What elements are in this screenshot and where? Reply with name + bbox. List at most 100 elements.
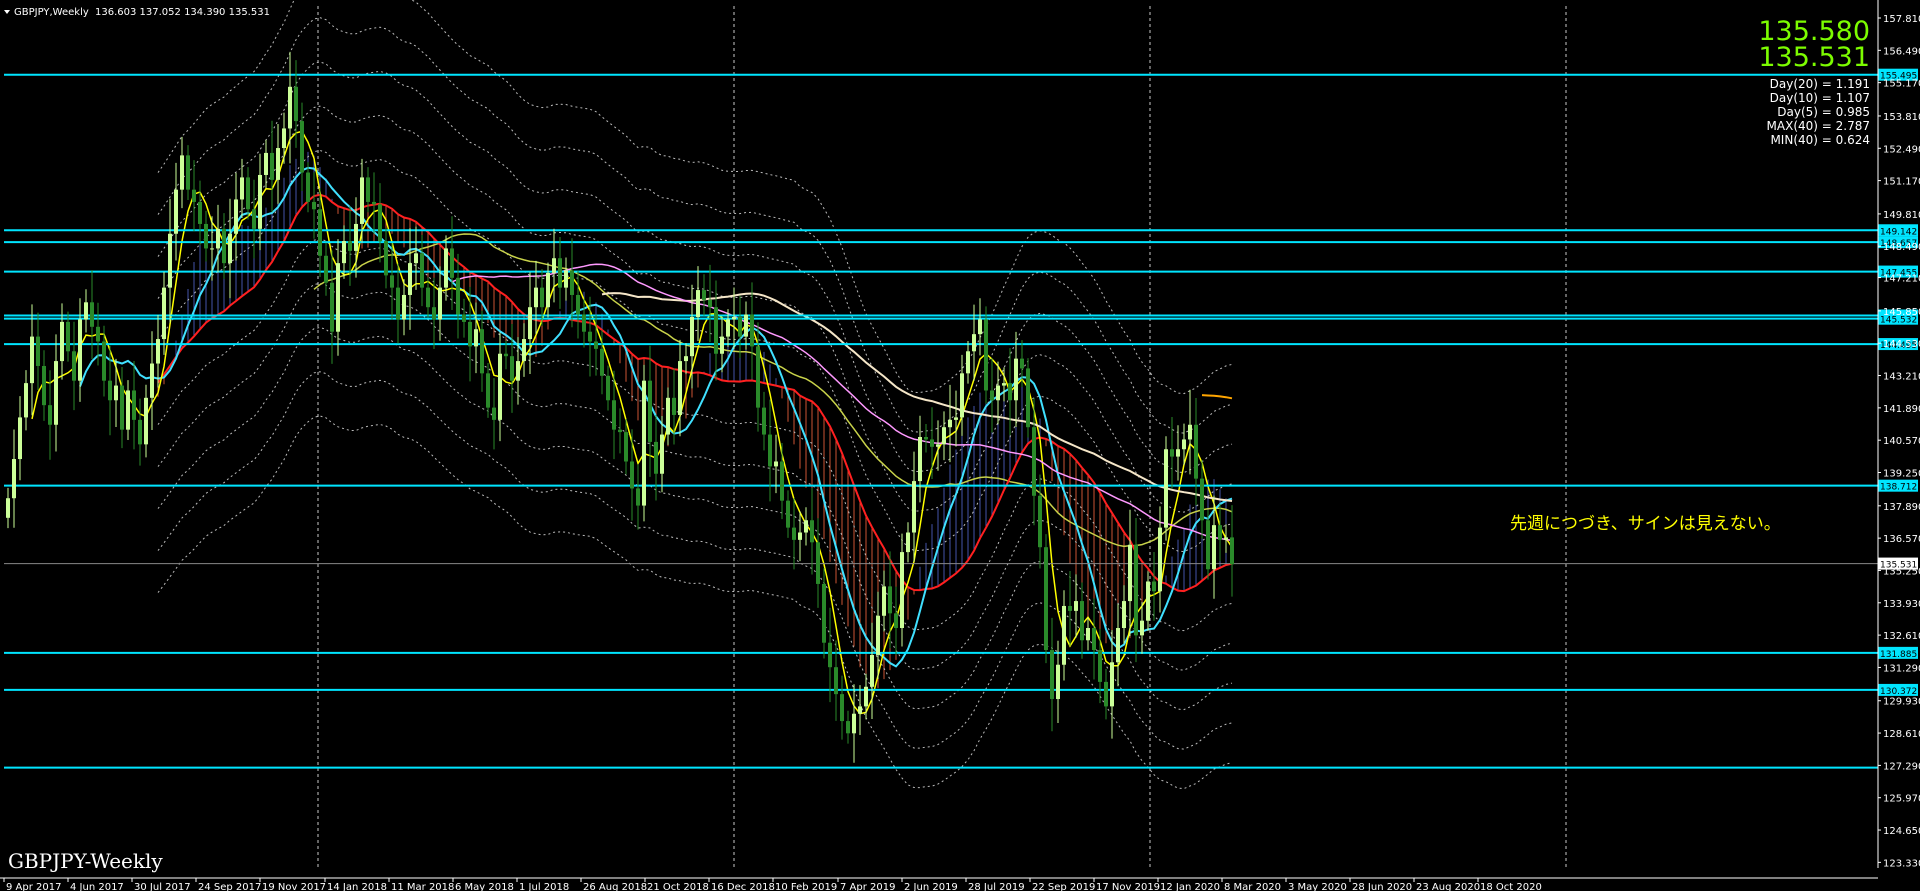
candle-body [924, 437, 928, 440]
candle-body [444, 248, 448, 288]
candle-body [228, 233, 232, 264]
candle-body [204, 223, 208, 249]
price-tick-label: 127.290 [1883, 761, 1920, 772]
candle-body [642, 380, 646, 506]
candle-body [732, 317, 736, 320]
candle-body [144, 397, 148, 445]
candle-body [594, 341, 598, 349]
candle-body [162, 287, 166, 340]
candle-body [690, 317, 694, 357]
candle-body [954, 417, 958, 420]
date-tick-label: 9 Apr 2017 [6, 882, 61, 891]
candle-body [384, 241, 388, 276]
price-tick-label: 153.810 [1883, 112, 1920, 123]
candle-body [486, 373, 490, 408]
candle-body [420, 253, 424, 288]
candle-body [408, 263, 412, 295]
candle-body [1182, 439, 1186, 450]
price-tick-label: 124.650 [1883, 826, 1920, 837]
price-tick-label: 140.570 [1883, 436, 1920, 447]
date-tick-label: 30 Jul 2017 [134, 882, 191, 891]
candle-body [192, 189, 196, 202]
candle-body [24, 383, 28, 418]
candle-body [516, 361, 520, 381]
candle-body [1188, 424, 1192, 440]
candle-body [108, 380, 112, 401]
candle-body [1134, 544, 1138, 636]
chart-area[interactable]: 155.495149.142148.657147.455145.662145.5… [0, 0, 1920, 891]
candle-body [798, 532, 802, 540]
candle-body [780, 461, 784, 501]
candle-body [180, 155, 184, 190]
candle-body [1152, 581, 1156, 592]
candle-body [978, 319, 982, 335]
candle-body [1080, 601, 1084, 641]
candle-body [132, 390, 136, 420]
candle-body [1020, 358, 1024, 369]
candle-body [468, 321, 472, 347]
candle-body [876, 615, 880, 655]
candle-body [648, 380, 652, 442]
candle-body [1128, 544, 1132, 602]
candle-body [738, 317, 742, 337]
candle-body [1122, 601, 1126, 629]
date-tick-label: 19 Nov 2017 [262, 882, 326, 891]
candle-body [1104, 681, 1108, 707]
candle-body [660, 434, 664, 474]
stat-min40: MIN(40) = 0.624 [1770, 133, 1870, 147]
candle-body [534, 287, 538, 308]
candle-body [1098, 650, 1102, 682]
candle-body [312, 201, 316, 210]
candle-body [426, 287, 430, 308]
candle-body [588, 331, 592, 342]
candle-body [306, 172, 310, 202]
price-tick-label: 129.930 [1883, 697, 1920, 708]
candle-body [402, 294, 406, 320]
candle-body [474, 329, 478, 347]
price-chart[interactable]: 155.495149.142148.657147.455145.662145.5… [0, 0, 1920, 891]
date-tick-label: 22 Sep 2019 [1032, 882, 1095, 891]
candle-body [666, 397, 670, 435]
candle-body [678, 361, 682, 415]
candle-body [1212, 525, 1216, 570]
candle-body [240, 177, 244, 200]
candle-body [492, 407, 496, 420]
date-tick-label: 14 Jan 2018 [327, 882, 387, 891]
candle-body [930, 439, 934, 447]
candle-body [822, 583, 826, 643]
candle-body [786, 500, 790, 528]
candle-body [1164, 449, 1168, 528]
candle-body [330, 282, 334, 332]
stat-day5: Day(5) = 0.985 [1777, 105, 1870, 119]
date-tick-label: 23 Aug 2020 [1416, 882, 1480, 891]
candle-body [282, 128, 286, 149]
price-tick-label: 157.810 [1883, 14, 1920, 25]
price-tick-label: 155.170 [1883, 79, 1920, 90]
candle-body [318, 209, 322, 256]
candle-body [354, 223, 358, 251]
candle-body [618, 429, 622, 433]
candle-body [60, 321, 64, 362]
level-price-text: 131.885 [1880, 650, 1917, 660]
candle-body [810, 520, 814, 543]
chart-header: GBPJPY,Weekly 136.603 137.052 134.390 13… [4, 7, 270, 18]
date-tick-label: 8 Mar 2020 [1224, 882, 1281, 891]
candle-body [510, 356, 514, 381]
candle-body [120, 385, 124, 430]
candle-body [900, 552, 904, 629]
candle-body [906, 532, 910, 553]
date-tick-label: 7 Apr 2019 [840, 882, 895, 891]
candle-body [54, 361, 58, 425]
candle-body [1050, 650, 1054, 700]
candle-body [672, 397, 676, 415]
candle-body [840, 694, 844, 722]
candle-body [1092, 628, 1096, 651]
candle-body [774, 461, 778, 467]
candle-body [42, 365, 46, 406]
price-box: 135.580 135.531 [1758, 16, 1870, 73]
candle-body [360, 177, 364, 224]
candle-body [624, 432, 628, 462]
date-tick-label: 16 Dec 2018 [711, 882, 775, 891]
price-tick-label: 143.210 [1883, 372, 1920, 383]
candle-body [1170, 449, 1174, 457]
